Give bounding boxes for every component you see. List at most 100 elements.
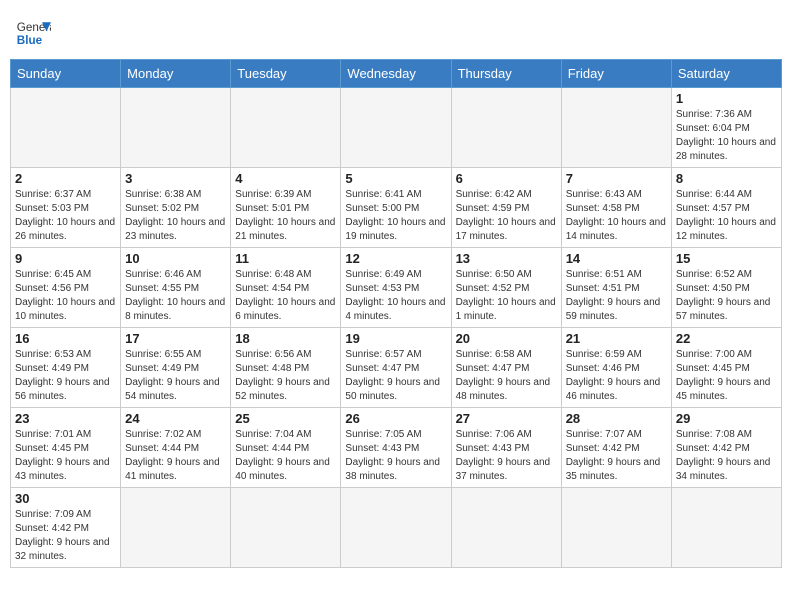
day-number: 6: [456, 171, 557, 186]
calendar-cell: 30 Sunrise: 7:09 AM Sunset: 4:42 PM Dayli…: [11, 488, 121, 568]
day-number: 24: [125, 411, 226, 426]
day-info: Sunrise: 6:48 AM Sunset: 4:54 PM Dayligh…: [235, 268, 336, 324]
calendar-cell: [561, 88, 671, 168]
calendar-cell: 21 Sunrise: 6:59 AM Sunset: 4:46 PM Dayli…: [561, 328, 671, 408]
day-number: 7: [566, 171, 667, 186]
calendar-cell: 12 Sunrise: 6:49 AM Sunset: 4:53 PM Dayli…: [341, 248, 451, 328]
calendar-cell: 14Sunrise: 6:51 AM Sunset: 4:51 PM Dayli…: [561, 248, 671, 328]
day-info: Sunrise: 6:56 AM Sunset: 4:48 PM Dayligh…: [235, 348, 336, 404]
day-info: Sunrise: 6:55 AM Sunset: 4:49 PM Dayligh…: [125, 348, 226, 404]
day-info: Sunrise: 7:07 AM Sunset: 4:42 PM Dayligh…: [566, 428, 667, 484]
day-info: Sunrise: 6:42 AM Sunset: 4:59 PM Dayligh…: [456, 188, 557, 244]
day-info: Sunrise: 7:04 AM Sunset: 4:44 PM Dayligh…: [235, 428, 336, 484]
day-info: Sunrise: 6:51 AM Sunset: 4:51 PM Dayligh…: [566, 268, 667, 324]
calendar-cell: [451, 88, 561, 168]
day-info: Sunrise: 7:09 AM Sunset: 4:42 PM Dayligh…: [15, 508, 116, 564]
weekday-header-wednesday: Wednesday: [341, 60, 451, 88]
day-number: 2: [15, 171, 116, 186]
calendar-cell: [451, 488, 561, 568]
calendar-cell: 15 Sunrise: 6:52 AM Sunset: 4:50 PM Dayli…: [671, 248, 781, 328]
calendar-cell: [671, 488, 781, 568]
day-info: Sunrise: 7:05 AM Sunset: 4:43 PM Dayligh…: [345, 428, 446, 484]
day-number: 30: [15, 491, 116, 506]
calendar-cell: 6 Sunrise: 6:42 AM Sunset: 4:59 PM Daylig…: [451, 168, 561, 248]
day-info: Sunrise: 6:43 AM Sunset: 4:58 PM Dayligh…: [566, 188, 667, 244]
calendar-cell: [231, 488, 341, 568]
calendar-cell: [341, 488, 451, 568]
day-info: Sunrise: 6:37 AM Sunset: 5:03 PM Dayligh…: [15, 188, 116, 244]
day-info: Sunrise: 6:38 AM Sunset: 5:02 PM Dayligh…: [125, 188, 226, 244]
calendar-cell: 29 Sunrise: 7:08 AM Sunset: 4:42 PM Dayli…: [671, 408, 781, 488]
generalblue-logo-icon: General Blue: [15, 15, 51, 51]
day-number: 22: [676, 331, 777, 346]
day-info: Sunrise: 7:08 AM Sunset: 4:42 PM Dayligh…: [676, 428, 777, 484]
calendar-cell: 4Sunrise: 6:39 AM Sunset: 5:01 PM Daylig…: [231, 168, 341, 248]
calendar-week-row: 2 Sunrise: 6:37 AM Sunset: 5:03 PM Daylig…: [11, 168, 782, 248]
calendar-cell: 19 Sunrise: 6:57 AM Sunset: 4:47 PM Dayli…: [341, 328, 451, 408]
day-number: 20: [456, 331, 557, 346]
calendar-cell: 24 Sunrise: 7:02 AM Sunset: 4:44 PM Dayli…: [121, 408, 231, 488]
day-number: 26: [345, 411, 446, 426]
day-info: Sunrise: 6:50 AM Sunset: 4:52 PM Dayligh…: [456, 268, 557, 324]
calendar-cell: 22 Sunrise: 7:00 AM Sunset: 4:45 PM Dayli…: [671, 328, 781, 408]
day-number: 25: [235, 411, 336, 426]
day-number: 3: [125, 171, 226, 186]
day-number: 9: [15, 251, 116, 266]
calendar-cell: [121, 488, 231, 568]
day-number: 29: [676, 411, 777, 426]
calendar-cell: 7 Sunrise: 6:43 AM Sunset: 4:58 PM Daylig…: [561, 168, 671, 248]
day-number: 12: [345, 251, 446, 266]
weekday-header-saturday: Saturday: [671, 60, 781, 88]
calendar-cell: 3 Sunrise: 6:38 AM Sunset: 5:02 PM Daylig…: [121, 168, 231, 248]
calendar-cell: 17 Sunrise: 6:55 AM Sunset: 4:49 PM Dayli…: [121, 328, 231, 408]
weekday-header-sunday: Sunday: [11, 60, 121, 88]
weekday-header-thursday: Thursday: [451, 60, 561, 88]
calendar-cell: [121, 88, 231, 168]
day-info: Sunrise: 6:52 AM Sunset: 4:50 PM Dayligh…: [676, 268, 777, 324]
day-info: Sunrise: 6:53 AM Sunset: 4:49 PM Dayligh…: [15, 348, 116, 404]
day-number: 1: [676, 91, 777, 106]
day-number: 10: [125, 251, 226, 266]
calendar-cell: 2 Sunrise: 6:37 AM Sunset: 5:03 PM Daylig…: [11, 168, 121, 248]
day-number: 15: [676, 251, 777, 266]
day-number: 23: [15, 411, 116, 426]
calendar-cell: 8 Sunrise: 6:44 AM Sunset: 4:57 PM Daylig…: [671, 168, 781, 248]
day-info: Sunrise: 6:44 AM Sunset: 4:57 PM Dayligh…: [676, 188, 777, 244]
day-info: Sunrise: 6:45 AM Sunset: 4:56 PM Dayligh…: [15, 268, 116, 324]
calendar-cell: 27Sunrise: 7:06 AM Sunset: 4:43 PM Dayli…: [451, 408, 561, 488]
calendar-cell: 10Sunrise: 6:46 AM Sunset: 4:55 PM Dayli…: [121, 248, 231, 328]
day-info: Sunrise: 6:49 AM Sunset: 4:53 PM Dayligh…: [345, 268, 446, 324]
day-number: 18: [235, 331, 336, 346]
calendar-cell: 1 Sunrise: 7:36 AM Sunset: 6:04 PM Daylig…: [671, 88, 781, 168]
day-info: Sunrise: 6:39 AM Sunset: 5:01 PM Dayligh…: [235, 188, 336, 244]
day-number: 28: [566, 411, 667, 426]
day-info: Sunrise: 7:00 AM Sunset: 4:45 PM Dayligh…: [676, 348, 777, 404]
calendar-cell: 26 Sunrise: 7:05 AM Sunset: 4:43 PM Dayli…: [341, 408, 451, 488]
day-number: 5: [345, 171, 446, 186]
calendar-week-row: 9 Sunrise: 6:45 AM Sunset: 4:56 PM Daylig…: [11, 248, 782, 328]
day-number: 19: [345, 331, 446, 346]
calendar-cell: 18 Sunrise: 6:56 AM Sunset: 4:48 PM Dayli…: [231, 328, 341, 408]
day-number: 21: [566, 331, 667, 346]
calendar-week-row: 1 Sunrise: 7:36 AM Sunset: 6:04 PM Daylig…: [11, 88, 782, 168]
calendar-cell: 13 Sunrise: 6:50 AM Sunset: 4:52 PM Dayli…: [451, 248, 561, 328]
calendar-week-row: 16Sunrise: 6:53 AM Sunset: 4:49 PM Dayli…: [11, 328, 782, 408]
day-info: Sunrise: 7:02 AM Sunset: 4:44 PM Dayligh…: [125, 428, 226, 484]
calendar-cell: 23 Sunrise: 7:01 AM Sunset: 4:45 PM Dayli…: [11, 408, 121, 488]
day-info: Sunrise: 7:36 AM Sunset: 6:04 PM Dayligh…: [676, 108, 777, 164]
day-number: 8: [676, 171, 777, 186]
calendar-cell: [561, 488, 671, 568]
day-info: Sunrise: 7:06 AM Sunset: 4:43 PM Dayligh…: [456, 428, 557, 484]
day-info: Sunrise: 7:01 AM Sunset: 4:45 PM Dayligh…: [15, 428, 116, 484]
day-info: Sunrise: 6:59 AM Sunset: 4:46 PM Dayligh…: [566, 348, 667, 404]
calendar-cell: 25 Sunrise: 7:04 AM Sunset: 4:44 PM Dayli…: [231, 408, 341, 488]
day-info: Sunrise: 6:58 AM Sunset: 4:47 PM Dayligh…: [456, 348, 557, 404]
calendar-cell: [341, 88, 451, 168]
day-number: 17: [125, 331, 226, 346]
calendar-week-row: 30 Sunrise: 7:09 AM Sunset: 4:42 PM Dayli…: [11, 488, 782, 568]
calendar-cell: 9 Sunrise: 6:45 AM Sunset: 4:56 PM Daylig…: [11, 248, 121, 328]
day-info: Sunrise: 6:57 AM Sunset: 4:47 PM Dayligh…: [345, 348, 446, 404]
calendar-cell: 28 Sunrise: 7:07 AM Sunset: 4:42 PM Dayli…: [561, 408, 671, 488]
day-number: 13: [456, 251, 557, 266]
header: General Blue: [10, 10, 782, 51]
